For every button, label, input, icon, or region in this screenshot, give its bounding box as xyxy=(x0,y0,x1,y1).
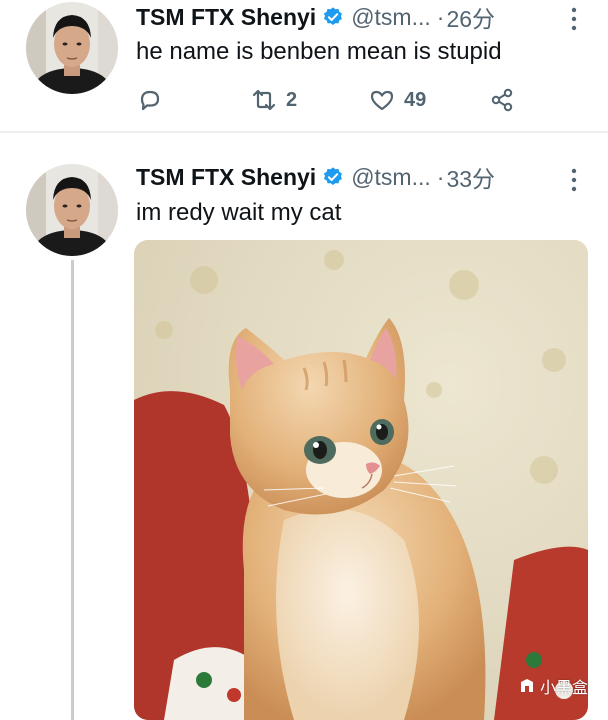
like-button[interactable]: 49 xyxy=(368,86,426,114)
share-button[interactable] xyxy=(488,86,516,114)
verified-badge-icon xyxy=(324,167,343,185)
retweet-count: 2 xyxy=(286,88,298,111)
retweet-icon xyxy=(252,89,276,111)
retweet-button[interactable]: 2 xyxy=(250,86,297,114)
separator-dot: · xyxy=(436,3,445,30)
avatar[interactable] xyxy=(26,164,118,256)
user-handle[interactable]: @tsm... xyxy=(351,164,431,191)
share-icon xyxy=(491,88,513,112)
like-count: 49 xyxy=(404,88,427,111)
heart-icon xyxy=(370,90,394,111)
tweet-text: im redy wait my cat xyxy=(136,199,342,226)
tweet-header: TSM FTX Shenyi @tsm... · 33分 xyxy=(136,160,495,194)
display-name[interactable]: TSM FTX Shenyi xyxy=(136,164,316,191)
timestamp[interactable]: 26分 xyxy=(446,0,495,34)
more-options-icon[interactable] xyxy=(566,167,582,193)
watermark-text: 小黑盒 xyxy=(540,680,589,697)
thread-line xyxy=(71,260,74,720)
timestamp[interactable]: 33分 xyxy=(446,160,495,194)
tweet[interactable]: TSM FTX Shenyi @tsm... · 26分 he name is … xyxy=(0,0,608,132)
avatar[interactable] xyxy=(26,2,118,94)
user-handle[interactable]: @tsm... xyxy=(351,4,431,31)
tweet[interactable]: TSM FTX Shenyi @tsm... · 33分 im redy wai… xyxy=(0,132,608,720)
display-name[interactable]: TSM FTX Shenyi xyxy=(136,4,316,31)
reply-button[interactable] xyxy=(136,86,164,114)
tweet-text: he name is benben mean is stupid xyxy=(136,38,502,65)
reply-icon xyxy=(140,90,160,111)
watermark: 小黑盒 xyxy=(518,674,588,698)
verified-badge-icon xyxy=(324,7,343,25)
watermark-logo-icon xyxy=(521,679,533,692)
tweet-photo[interactable] xyxy=(134,240,588,720)
more-options-icon[interactable] xyxy=(566,6,582,32)
action-bar: 2 49 xyxy=(136,86,536,118)
kitten-photo xyxy=(134,240,588,720)
tweet-header: TSM FTX Shenyi @tsm... · 26分 xyxy=(136,0,495,34)
separator-dot: · xyxy=(436,163,445,190)
